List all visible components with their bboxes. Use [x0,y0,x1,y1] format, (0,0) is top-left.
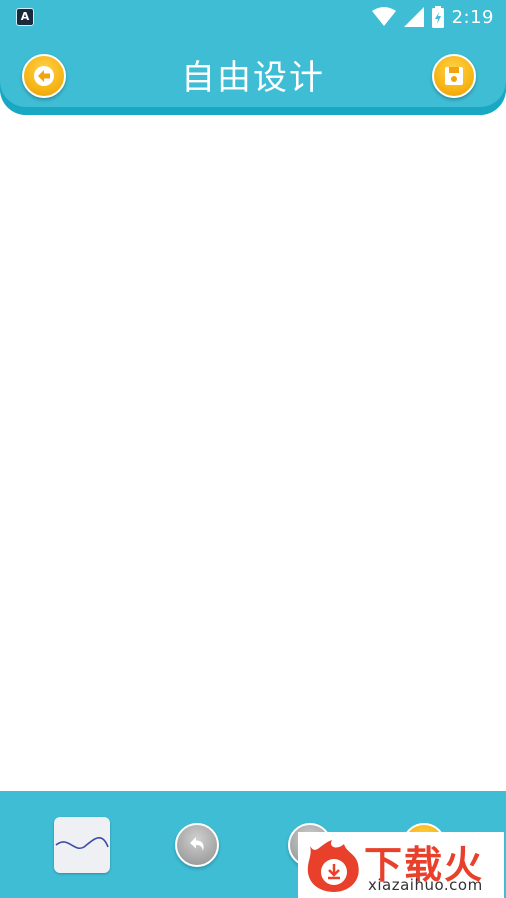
signal-icon [403,7,424,27]
watermark-url-text: xiazaihuo.com [368,876,483,894]
wifi-icon [371,7,396,26]
undo-button[interactable] [175,823,219,867]
save-icon [445,67,463,85]
app-notification-icon: A [16,8,34,26]
brush-select-button[interactable] [54,817,110,873]
undo-icon [190,837,204,851]
status-icons: 2:19 [371,5,494,29]
page-title: 自由设计 [181,58,325,98]
flame-logo-icon [307,840,359,892]
status-bar: A 2:19 [0,0,506,34]
save-button[interactable] [432,54,476,98]
watermark-overlay: 下载火 xiazaihuo.com [298,832,504,898]
app-header: A 2:19 自由设计 [0,0,506,115]
status-time: 2:19 [451,6,494,28]
drawing-canvas[interactable] [0,115,506,791]
wave-stroke-icon [55,837,109,850]
battery-icon [431,6,444,28]
